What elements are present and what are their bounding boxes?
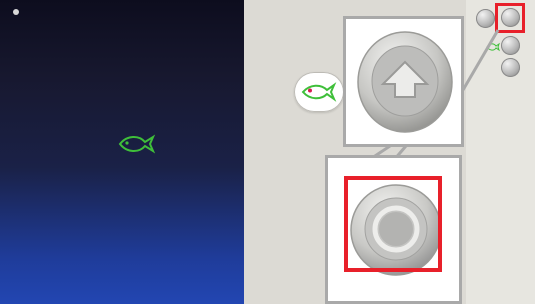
- up-arrow-button-icon[interactable]: [355, 29, 455, 135]
- screen: [0, 0, 535, 304]
- highlight-box: [344, 176, 442, 272]
- callout-up-button: [343, 16, 464, 147]
